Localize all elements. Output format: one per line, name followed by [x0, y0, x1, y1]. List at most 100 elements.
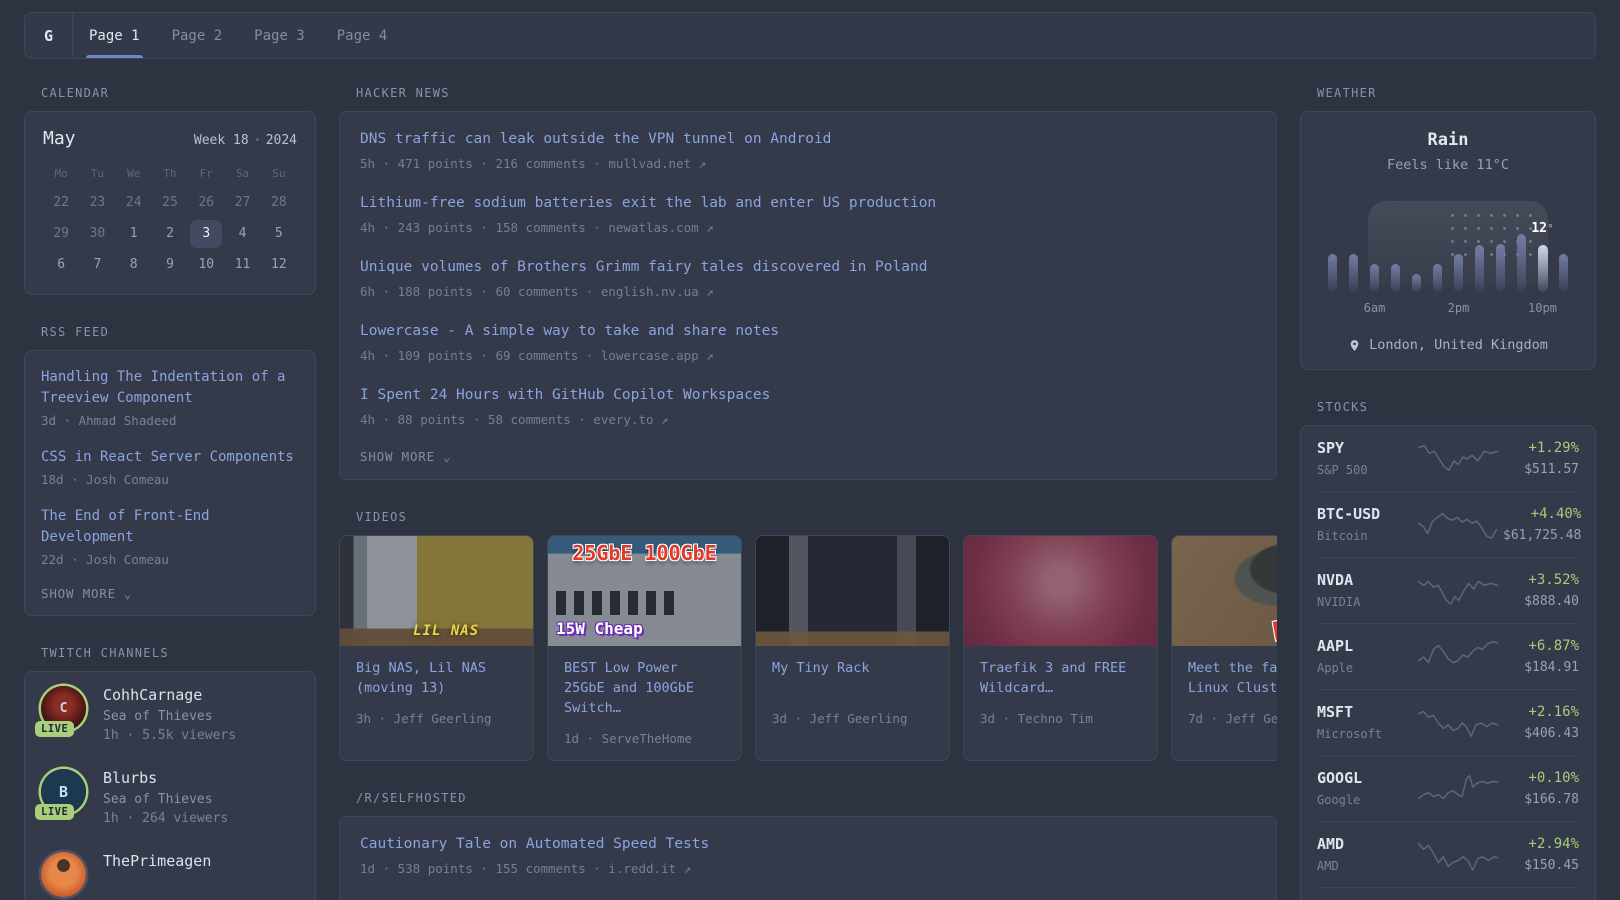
video-card[interactable]: LIL NAS Big NAS, Lil NAS (moving 13) 3h …	[339, 535, 534, 761]
video-title[interactable]: My Tiny Rack	[772, 658, 933, 698]
calendar-day[interactable]: 11	[224, 249, 260, 280]
weather-feels-like: Feels like 11°C	[1387, 157, 1509, 173]
hour-axis-label: 2pm	[1447, 301, 1470, 315]
video-thumbnail[interactable]	[964, 536, 1157, 646]
calendar-day[interactable]: 25	[152, 187, 188, 218]
hackernews-show-more-button[interactable]: SHOW MORE	[360, 449, 1256, 464]
video-card[interactable]: 25GbE 100GbE 15W Cheap BEST Low Power 25…	[547, 535, 742, 761]
hackernews-item-title[interactable]: Lowercase - A simple way to take and sha…	[360, 321, 1256, 342]
page-tab[interactable]: Page 2	[169, 13, 226, 58]
video-card[interactable]: Traefik 3 and FREE Wildcard… 3d · Techno…	[963, 535, 1158, 761]
reddit-item-meta[interactable]: 1d · 538 points · 155 comments · i.redd.…	[360, 861, 1256, 876]
rss-item-meta: 22d · Josh Comeau	[41, 552, 169, 567]
stock-row[interactable]: BTC-USD Bitcoin +4.40% $61,725.48	[1317, 491, 1581, 557]
temperature-bar[interactable]	[1517, 234, 1526, 292]
video-title[interactable]: BEST Low Power 25GbE and 100GbE Switch…	[564, 658, 725, 718]
calendar-day[interactable]: 26	[188, 187, 224, 218]
channel-name[interactable]: CohhCarnage	[103, 686, 236, 704]
temperature-bar[interactable]	[1391, 264, 1400, 292]
twitch-channel-row[interactable]: LIVE ThePrimeagen	[41, 852, 299, 897]
hackernews-item-meta[interactable]: 5h · 471 points · 216 comments · mullvad…	[360, 156, 1256, 171]
page-tab-label: Page 1	[89, 27, 140, 44]
calendar-day[interactable]: 7	[79, 249, 115, 280]
video-meta: 1d · ServeTheHome	[564, 731, 692, 746]
hackernews-item-meta[interactable]: 4h · 88 points · 58 comments · every.to …	[360, 412, 1256, 427]
temperature-bar-slot	[1385, 204, 1406, 292]
thumbnail-text-overlay-2: 15W Cheap	[556, 619, 643, 638]
hackernews-item-title[interactable]: DNS traffic can leak outside the VPN tun…	[360, 129, 1256, 150]
calendar-day[interactable]: 1	[116, 218, 152, 249]
calendar-day[interactable]: 3	[190, 219, 223, 248]
avatar-letter: B	[58, 782, 69, 801]
calendar-day[interactable]: 30	[79, 218, 115, 249]
hackernews-item-meta[interactable]: 4h · 109 points · 69 comments · lowercas…	[360, 348, 1256, 363]
temperature-bar[interactable]	[1328, 254, 1337, 292]
rss-item-title[interactable]: CSS in React Server Components	[41, 447, 299, 468]
hackernews-item-meta[interactable]: 6h · 188 points · 60 comments · english.…	[360, 284, 1256, 299]
stock-row[interactable]: NVDA NVIDIA +3.52% $888.40	[1317, 557, 1579, 623]
stock-row[interactable]: AAPL Apple +6.87% $184.91	[1317, 623, 1579, 689]
video-title[interactable]: Traefik 3 and FREE Wildcard…	[980, 658, 1141, 698]
calendar-day[interactable]: 12	[261, 249, 297, 280]
hackernews-item-title[interactable]: Lithium-free sodium batteries exit the l…	[360, 193, 1256, 214]
weather-location[interactable]: London, United Kingdom	[1317, 337, 1579, 353]
stock-row[interactable]: GOOGL Google +0.10% $166.78	[1317, 755, 1579, 821]
hackernews-item: Lithium-free sodium batteries exit the l…	[360, 193, 1256, 235]
weather-location-label: London, United Kingdom	[1369, 337, 1548, 353]
calendar-day[interactable]: 23	[79, 187, 115, 218]
calendar-day[interactable]: 28	[261, 187, 297, 218]
video-title[interactable]: Big NAS, Lil NAS (moving 13)	[356, 658, 517, 698]
calendar-day[interactable]: 6	[43, 249, 79, 280]
page-tab[interactable]: Page 1	[86, 13, 143, 58]
video-title[interactable]: Meet the fastest Linux Cluster	[1188, 658, 1277, 698]
calendar-day[interactable]: 4	[224, 218, 260, 249]
video-card[interactable]: FAS Meet the fastest Linux Cluster 7d · …	[1171, 535, 1277, 761]
rss-item-title[interactable]: The End of Front-End Development	[41, 506, 299, 548]
calendar-day[interactable]: 8	[116, 249, 152, 280]
temperature-bar[interactable]	[1412, 274, 1421, 292]
temperature-bar[interactable]	[1496, 244, 1505, 292]
app-logo[interactable]: G	[25, 13, 72, 58]
stock-sparkline	[1417, 710, 1499, 737]
page-tab[interactable]: Page 3	[251, 13, 308, 58]
calendar-day[interactable]: 2	[152, 218, 188, 249]
channel-name[interactable]: ThePrimeagen	[103, 852, 211, 870]
hackernews-item-title[interactable]: I Spent 24 Hours with GitHub Copilot Wor…	[360, 385, 1256, 406]
temperature-bar[interactable]	[1454, 254, 1463, 292]
page-tab-label: Page 2	[171, 27, 223, 44]
reddit-item-title[interactable]: Cautionary Tale on Automated Speed Tests	[360, 834, 1256, 855]
channel-name[interactable]: Blurbs	[103, 769, 228, 787]
calendar-day[interactable]: 9	[152, 249, 188, 280]
video-thumbnail[interactable]: FAS	[1172, 536, 1277, 646]
calendar-day[interactable]: 24	[116, 187, 152, 218]
stock-row[interactable]: SPY S&P 500 +1.29% $511.57	[1317, 426, 1579, 491]
calendar-day[interactable]: 27	[224, 187, 260, 218]
temperature-bar[interactable]	[1433, 264, 1442, 292]
live-badge: LIVE	[35, 721, 75, 737]
hackernews-item-title[interactable]: Unique volumes of Brothers Grimm fairy t…	[360, 257, 1256, 278]
video-thumbnail[interactable]	[756, 536, 949, 646]
calendar-day[interactable]: 22	[43, 187, 79, 218]
twitch-channel-row[interactable]: C LIVE CohhCarnage Sea of Thieves 1h · 5…	[35, 686, 299, 743]
video-thumbnail[interactable]: 25GbE 100GbE 15W Cheap	[548, 536, 741, 646]
temperature-bar[interactable]	[1349, 254, 1358, 292]
stock-identity: SPY S&P 500	[1317, 439, 1413, 477]
calendar-day[interactable]: 5	[261, 218, 297, 249]
calendar-day[interactable]: 10	[188, 249, 224, 280]
calendar-day[interactable]: 29	[43, 218, 79, 249]
twitch-channel-row[interactable]: B LIVE Blurbs Sea of Thieves 1h · 264 vi…	[35, 769, 299, 826]
hour-axis-label: 6am	[1363, 301, 1386, 315]
temperature-bar[interactable]	[1559, 254, 1568, 292]
page-tab[interactable]: Page 4	[334, 13, 391, 58]
temperature-bar[interactable]	[1475, 245, 1484, 292]
hackernews-item-meta[interactable]: 4h · 243 points · 158 comments · newatla…	[360, 220, 1256, 235]
temperature-bar[interactable]	[1370, 264, 1379, 292]
stock-row[interactable]: AMD AMD +2.94% $150.45	[1317, 821, 1579, 887]
stock-row[interactable]: MSFT Microsoft +2.16% $406.43	[1317, 689, 1579, 755]
video-card[interactable]: My Tiny Rack 3d · Jeff Geerling	[755, 535, 950, 761]
stock-row[interactable]: RDDT -1.65%	[1317, 887, 1579, 900]
rss-item-title[interactable]: Handling The Indentation of a Treeview C…	[41, 367, 299, 409]
rss-show-more-button[interactable]: SHOW MORE	[41, 586, 299, 601]
video-thumbnail[interactable]: LIL NAS	[340, 536, 533, 646]
temperature-bar[interactable]	[1537, 245, 1548, 292]
